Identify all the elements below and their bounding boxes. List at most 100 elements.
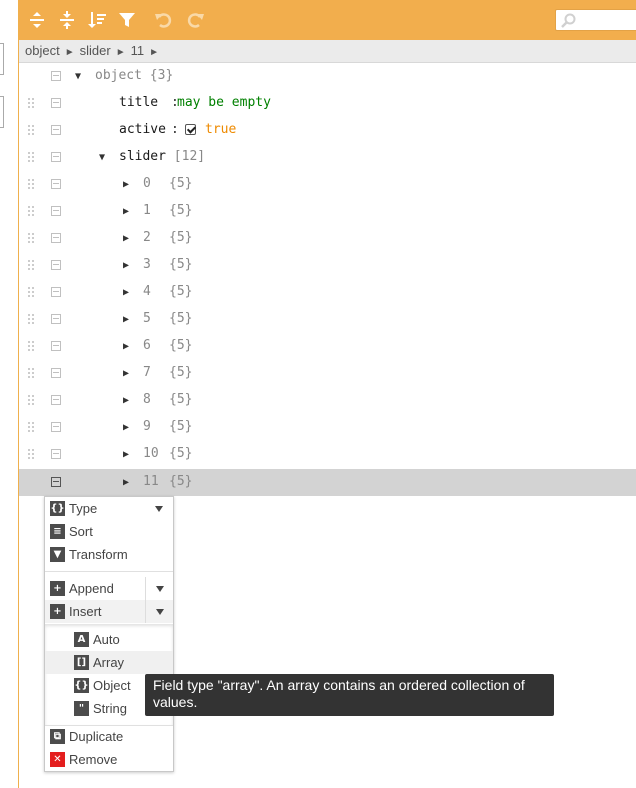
breadcrumb-item[interactable]: object — [25, 40, 60, 62]
expand-triangle-icon[interactable]: ▶ — [123, 449, 129, 460]
tree-row-item[interactable]: ▶ 8 {5} — [19, 387, 636, 414]
drag-handle-icon[interactable] — [27, 151, 35, 164]
tree-row-item[interactable]: ▶ 3 {5} — [19, 252, 636, 279]
context-menu-button[interactable] — [51, 233, 61, 243]
item-index: 8 — [143, 392, 151, 407]
expand-triangle-icon[interactable]: ▶ — [123, 179, 129, 190]
expand-triangle-icon[interactable]: ▶ — [123, 206, 129, 217]
expand-triangle-icon[interactable]: ▶ — [123, 422, 129, 433]
menu-item-append[interactable]: + Append — [45, 577, 173, 600]
collapse-all-button[interactable] — [56, 9, 78, 31]
context-menu-button[interactable] — [51, 125, 61, 135]
tree-row-item[interactable]: ▶ 4 {5} — [19, 279, 636, 306]
context-menu-button[interactable] — [51, 422, 61, 432]
drag-handle-icon[interactable] — [27, 97, 35, 110]
context-menu-button[interactable] — [51, 449, 61, 459]
expand-triangle-icon[interactable]: ▶ — [123, 287, 129, 298]
drag-handle-icon[interactable] — [27, 205, 35, 218]
plus-icon: + — [50, 604, 65, 619]
context-menu-button[interactable] — [51, 206, 61, 216]
context-menu-button[interactable] — [51, 152, 61, 162]
tree-row-item[interactable]: ▶ 5 {5} — [19, 306, 636, 333]
tree-row-slider[interactable]: ▼ slider [12] — [19, 144, 636, 171]
menu-item-transform[interactable]: ▼ Transform — [45, 543, 173, 566]
tree-row-item[interactable]: ▶ 2 {5} — [19, 225, 636, 252]
context-menu-button[interactable] — [51, 71, 61, 81]
drag-handle-icon[interactable] — [27, 232, 35, 245]
drag-handle-icon[interactable] — [27, 394, 35, 407]
menu-item-sort[interactable]: ≡ Sort — [45, 520, 173, 543]
collapse-triangle-icon[interactable]: ▼ — [99, 152, 105, 163]
expand-triangle-icon[interactable]: ▶ — [123, 260, 129, 271]
tree-row-item[interactable]: ▶ 10 {5} — [19, 441, 636, 468]
drag-handle-icon[interactable] — [27, 367, 35, 380]
undo-button[interactable] — [153, 9, 175, 31]
item-count: {5} — [169, 446, 193, 461]
search-input[interactable] — [555, 9, 636, 31]
drag-handle-icon[interactable] — [27, 448, 35, 461]
collapse-all-icon — [60, 11, 74, 29]
tree-row-item[interactable]: ▶ 1 {5} — [19, 198, 636, 225]
item-index: 5 — [143, 311, 151, 326]
context-menu-button[interactable] — [51, 477, 61, 487]
tree-row-item[interactable]: ▶ 0 {5} — [19, 171, 636, 198]
menu-item-label: Array — [93, 655, 125, 670]
item-index: 1 — [143, 203, 151, 218]
drag-handle-icon[interactable] — [27, 340, 35, 353]
menu-item-type[interactable]: {} Type — [45, 497, 173, 520]
submenu-item-array[interactable]: [] Array — [45, 651, 173, 674]
context-menu-button[interactable] — [51, 98, 61, 108]
collapse-triangle-icon[interactable]: ▼ — [75, 71, 81, 82]
breadcrumb-item[interactable]: slider — [80, 40, 111, 62]
insert-expand-button[interactable] — [145, 600, 173, 623]
menu-item-label: Insert — [69, 604, 102, 619]
filter-button[interactable] — [116, 9, 138, 31]
menu-bar — [19, 0, 636, 40]
drag-handle-icon[interactable] — [27, 259, 35, 272]
append-expand-button[interactable] — [145, 577, 173, 600]
drag-handle-icon[interactable] — [27, 124, 35, 137]
field-name[interactable]: slider [12] — [119, 149, 205, 164]
item-count: {5} — [169, 257, 193, 272]
drag-handle-icon[interactable] — [27, 421, 35, 434]
field-name[interactable]: title — [119, 95, 158, 110]
context-menu-button[interactable] — [51, 260, 61, 270]
expand-triangle-icon[interactable]: ▶ — [123, 341, 129, 352]
expand-triangle-icon[interactable]: ▶ — [123, 233, 129, 244]
breadcrumb-item[interactable]: 11 — [131, 40, 145, 62]
drag-handle-icon[interactable] — [27, 313, 35, 326]
drag-handle-icon[interactable] — [27, 178, 35, 191]
context-menu-button[interactable] — [51, 395, 61, 405]
context-menu-button[interactable] — [51, 287, 61, 297]
boolean-checkbox[interactable] — [185, 124, 196, 135]
menu-item-insert[interactable]: + Insert — [45, 600, 173, 623]
drag-handle-icon[interactable] — [27, 286, 35, 299]
tree-row-root[interactable]: ▼ object {3} — [19, 63, 636, 90]
expand-triangle-icon[interactable]: ▶ — [123, 368, 129, 379]
submenu-item-auto[interactable]: A Auto — [45, 628, 173, 651]
menu-item-remove[interactable]: ✕ Remove — [45, 748, 173, 771]
context-menu-button[interactable] — [51, 314, 61, 324]
context-menu-button[interactable] — [51, 341, 61, 351]
context-menu-button[interactable] — [51, 179, 61, 189]
expand-all-button[interactable] — [26, 9, 48, 31]
tree-row-item-selected[interactable]: ▶ 11 {5} — [19, 469, 636, 496]
context-menu-button[interactable] — [51, 368, 61, 378]
tree-row-item[interactable]: ▶ 6 {5} — [19, 333, 636, 360]
field-value-string[interactable]: may be empty — [177, 95, 271, 110]
breadcrumb-separator-icon[interactable]: ► — [149, 42, 159, 64]
expand-triangle-icon[interactable]: ▶ — [123, 477, 129, 488]
tree-row-item[interactable]: ▶ 7 {5} — [19, 360, 636, 387]
redo-button[interactable] — [184, 9, 206, 31]
expand-triangle-icon[interactable]: ▶ — [123, 395, 129, 406]
expand-triangle-icon[interactable]: ▶ — [123, 314, 129, 325]
sort-button[interactable] — [86, 9, 108, 31]
menu-item-duplicate[interactable]: ⧉ Duplicate — [45, 725, 173, 748]
field-name[interactable]: active — [119, 122, 166, 137]
field-value-boolean[interactable]: true — [205, 122, 236, 137]
tree-row-title[interactable]: title : may be empty — [19, 90, 636, 117]
tree-row-active[interactable]: active : true — [19, 117, 636, 144]
remove-icon: ✕ — [50, 752, 65, 767]
context-menu: {} Type ≡ Sort ▼ Transform + Append + In… — [44, 496, 174, 772]
tree-row-item[interactable]: ▶ 9 {5} — [19, 414, 636, 441]
